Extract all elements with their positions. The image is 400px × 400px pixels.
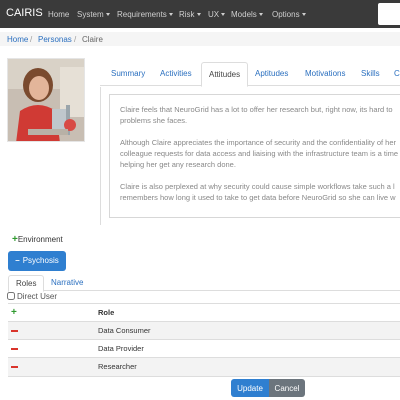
plus-icon[interactable]: + [11,307,17,318]
tab-content: Claire feels that NeuroGrid has a lot to… [100,87,400,225]
remove-role-cell[interactable] [8,321,98,340]
cancel-button[interactable]: Cancel [269,379,305,397]
remove-role-cell[interactable] [8,339,98,358]
minus-icon[interactable] [11,366,18,369]
attitudes-textarea[interactable]: Claire feels that NeuroGrid has a lot to… [109,94,400,218]
environment-subtabs: Roles Narrative [8,274,400,292]
tab-summary[interactable]: Summary [111,62,145,86]
attitudes-line: Although Claire appreciates the importan… [120,138,396,147]
attitudes-line: colleague requests for data access and l… [120,149,399,158]
tab-overflow[interactable]: C [394,62,400,86]
tab-skills[interactable]: Skills [361,62,380,86]
add-environment-label: Environment [17,235,63,244]
nav-models-label: Models [231,10,257,19]
chevron-down-icon [196,13,201,17]
add-environment[interactable]: +Environment [12,234,63,245]
breadcrumb-personas[interactable]: Personas [38,35,72,44]
tab-attitudes[interactable]: Attitudes [201,62,249,87]
environment-name: Psychosis [22,256,59,265]
nav-ux[interactable]: UX [208,10,226,19]
attitudes-line: Claire is also perplexed at why security… [120,182,395,191]
role-cell: Data Provider [98,339,400,358]
nav-requirements[interactable]: Requirements [117,10,173,19]
top-navbar: CAIRIS Home System Requirements Risk UX … [0,0,400,28]
persona-photo[interactable] [7,58,85,142]
nav-risk[interactable]: Risk [179,10,201,19]
attitudes-line: problems she faces. [120,116,188,125]
nav-home[interactable]: Home [48,10,69,19]
attitudes-line: remembers how long it used to take to ge… [120,193,396,202]
nav-options-label: Options [272,10,300,19]
role-column-header: Role [98,303,400,322]
tab-motivations[interactable]: Motivations [305,62,345,86]
brand-logo[interactable]: CAIRIS [6,7,43,19]
attitudes-line: Claire feels that NeuroGrid has a lot to… [120,105,393,114]
nav-requirements-label: Requirements [117,10,167,19]
add-role-cell[interactable]: + [8,303,98,322]
persona-photo-image [8,59,84,141]
attitudes-line: helping her get any research done. [120,160,236,169]
nav-options[interactable]: Options [272,10,306,19]
remove-role-cell[interactable] [8,357,98,376]
persona-tabs: Summary Activities Attitudes Aptitudes M… [100,62,400,87]
nav-models[interactable]: Models [231,10,263,19]
nav-risk-label: Risk [179,10,195,19]
nav-ux-label: UX [208,10,220,19]
roles-table: + Role Data Consumer Data Provider Resea… [8,303,400,376]
breadcrumb-separator: / [74,35,77,44]
chevron-down-icon [168,13,173,17]
direct-user-label: Direct User [17,292,58,301]
nav-system[interactable]: System [77,10,110,19]
role-cell: Researcher [98,357,400,376]
breadcrumb-home[interactable]: Home [7,35,28,44]
table-row: Data Provider [8,339,400,358]
tab-narrative[interactable]: Narrative [51,275,83,291]
breadcrumb-separator: / [30,35,33,44]
table-row: Data Consumer [8,321,400,340]
tab-aptitudes[interactable]: Aptitudes [255,62,288,86]
chevron-down-icon [105,13,110,17]
update-button[interactable]: Update [231,379,269,397]
breadcrumb: Home / Personas / Claire [0,32,400,46]
breadcrumb-current: Claire [82,35,103,44]
table-row: Researcher [8,357,400,376]
nav-system-label: System [77,10,104,19]
user-menu[interactable] [378,3,400,25]
chevron-down-icon [258,13,263,17]
divider [8,376,400,377]
minus-icon[interactable] [11,348,18,351]
chevron-down-icon [221,13,226,17]
role-cell: Data Consumer [98,321,400,340]
direct-user-checkbox[interactable] [7,292,15,300]
chevron-down-icon [301,13,306,17]
minus-icon: – [15,256,20,265]
table-header-row: + Role [8,303,400,322]
direct-user-row: Direct User [7,292,57,301]
environment-psychosis-button[interactable]: – Psychosis [8,251,66,271]
tab-activities[interactable]: Activities [160,62,192,86]
minus-icon[interactable] [11,330,18,333]
tab-roles[interactable]: Roles [8,275,45,292]
